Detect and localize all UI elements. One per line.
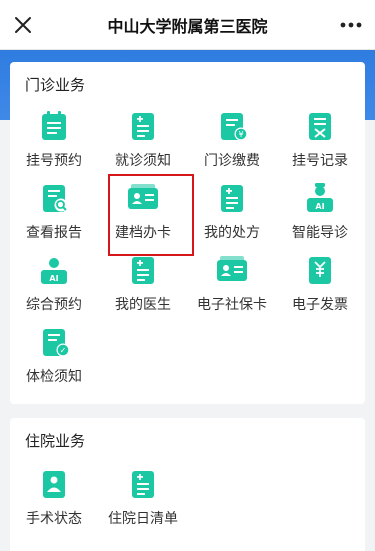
menu-item-label: 建档办卡 <box>115 225 171 241</box>
menu-item-label: 我的处方 <box>204 225 260 241</box>
menu-item[interactable]: 住院日清单 <box>99 464 187 538</box>
menu-item[interactable]: ¥ 门诊缴费 <box>188 106 276 180</box>
section-title-outpatient: 门诊业务 <box>25 76 86 94</box>
social-card-icon <box>214 252 250 288</box>
record-cross-icon <box>302 108 338 144</box>
more-icon[interactable] <box>337 12 365 38</box>
menu-item-label: 挂号记录 <box>292 153 348 169</box>
menu-item-label: 手术状态 <box>26 511 82 527</box>
close-icon[interactable] <box>10 12 36 38</box>
menu-item[interactable]: ✓ 体检须知 <box>10 322 98 396</box>
checkup-doc-icon: ✓ <box>36 324 72 360</box>
menu-item[interactable]: 我的处方 <box>188 178 276 252</box>
menu-item[interactable]: 我的医生 <box>99 250 187 324</box>
menu-item[interactable]: AI 智能导诊 <box>276 178 364 252</box>
surgery-person-icon <box>36 466 72 502</box>
menu-item-label: 就诊须知 <box>115 153 171 169</box>
outpatient-section: 门诊业务 挂号预约 就诊须知 ¥ 门诊缴费 挂号记录查看报告 建档办卡 我的处方 AI 智能导诊… <box>10 62 365 404</box>
menu-item[interactable]: 查看报告 <box>10 178 98 252</box>
svg-text:✓: ✓ <box>60 346 67 355</box>
page-title: 中山大学附属第三医院 <box>107 16 268 36</box>
menu-item-label: 智能导诊 <box>292 225 348 241</box>
svg-text:¥: ¥ <box>238 130 243 139</box>
menu-item-label: 电子发票 <box>292 297 348 313</box>
daily-list-icon <box>125 466 161 502</box>
menu-item-label: 我的医生 <box>115 297 171 313</box>
ai-nurse-icon: AI <box>36 252 72 288</box>
svg-text:AI: AI <box>49 274 58 283</box>
doctor-plus-icon <box>125 252 161 288</box>
payment-yen-icon: ¥ <box>214 108 250 144</box>
menu-item-label: 挂号预约 <box>26 153 82 169</box>
top-nav-bar: 中山大学附属第三医院 <box>0 0 375 50</box>
section-title-inpatient: 住院业务 <box>25 432 86 450</box>
notice-plus-icon <box>125 108 161 144</box>
menu-item-label: 查看报告 <box>26 225 82 241</box>
menu-item-label: 电子社保卡 <box>197 297 267 313</box>
menu-item-label: 住院日清单 <box>108 511 178 527</box>
prescription-plus-icon <box>214 180 250 216</box>
menu-item[interactable]: 手术状态 <box>10 464 98 538</box>
menu-item-label: 综合预约 <box>26 297 82 313</box>
svg-text:AI: AI <box>315 202 324 211</box>
id-card-icon <box>125 180 161 216</box>
ai-doctor-icon: AI <box>302 180 338 216</box>
invoice-yen-icon <box>302 252 338 288</box>
menu-item[interactable]: 电子社保卡 <box>188 250 276 324</box>
menu-item[interactable]: AI 综合预约 <box>10 250 98 324</box>
report-search-icon <box>36 180 72 216</box>
menu-item-label: 体检须知 <box>26 369 82 385</box>
menu-item[interactable]: 电子发票 <box>276 250 364 324</box>
menu-item[interactable]: 建档办卡 <box>99 178 187 252</box>
menu-item[interactable]: 挂号预约 <box>10 106 98 180</box>
clipboard-list-icon <box>36 108 72 144</box>
inpatient-section: 住院业务 手术状态 住院日清单 <box>10 418 365 551</box>
menu-item-label: 门诊缴费 <box>204 153 260 169</box>
menu-item[interactable]: 挂号记录 <box>276 106 364 180</box>
menu-item[interactable]: 就诊须知 <box>99 106 187 180</box>
